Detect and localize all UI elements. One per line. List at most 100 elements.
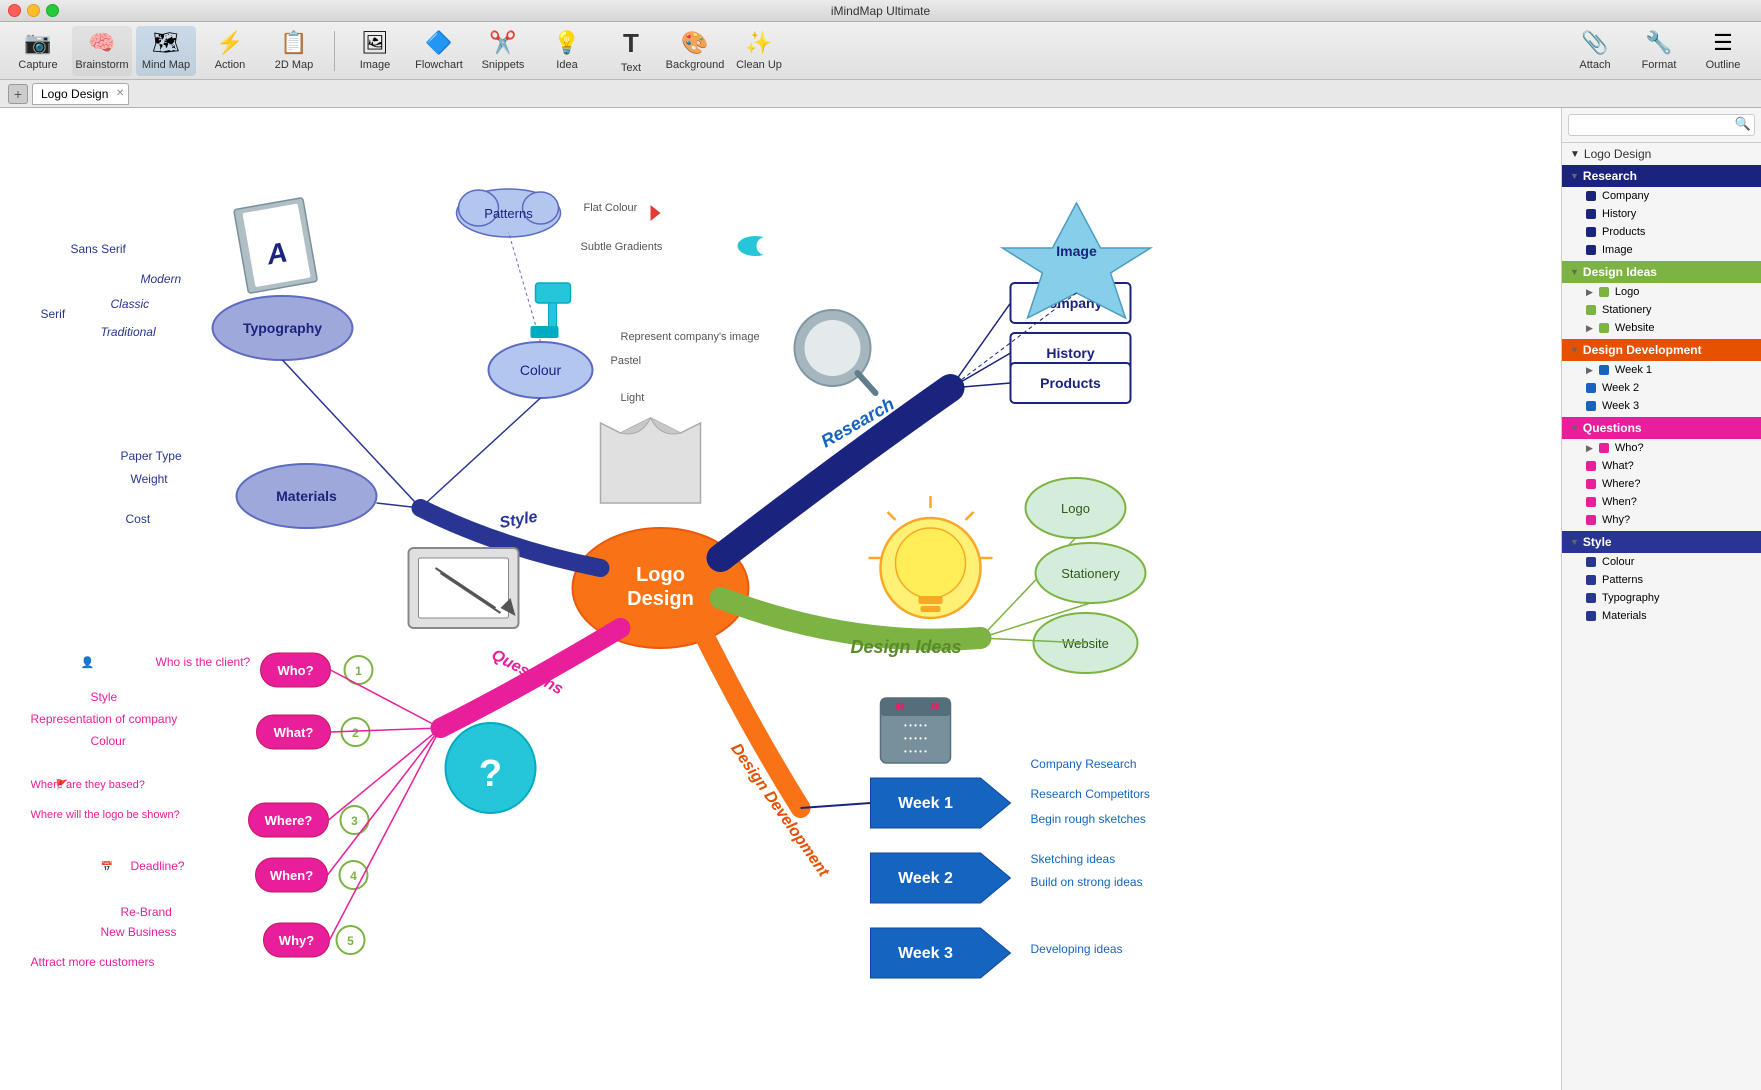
svg-text:Who is the client?: Who is the client? [156,655,251,669]
svg-text:Design: Design [627,588,694,610]
toolbar-outline[interactable]: ☰ Outline [1693,26,1753,76]
2dmap-icon: 📋 [280,30,307,56]
style-colour-item[interactable]: Colour [1562,553,1761,571]
svg-text:Where are they based?: Where are they based? [31,779,145,791]
panel-section-design-ideas: ▼ Design Ideas ▶ Logo Stationery ▶ Websi… [1562,261,1761,337]
logo-expand: ▶ [1586,287,1593,298]
questions-label: Questions [1583,421,1642,435]
design-dev-week1-item[interactable]: ▶ Week 1 [1562,361,1761,379]
why-dot [1586,515,1596,525]
toolbar-attach[interactable]: 📎 Attach [1565,26,1625,76]
materials-label: Materials [1602,610,1647,622]
tab-close-icon[interactable]: ✕ [116,88,124,99]
svg-text:Weight: Weight [131,472,169,486]
toolbar-format[interactable]: 🔧 Format [1629,26,1689,76]
toolbar-image[interactable]: 🖼 Image [345,26,405,76]
svg-text:1: 1 [355,664,362,678]
svg-text:🚩: 🚩 [56,778,68,791]
toolbar-capture[interactable]: 📷 Capture [8,26,68,76]
products-dot [1586,227,1596,237]
questions-when-item[interactable]: When? [1562,493,1761,511]
style-header[interactable]: ▼ Style [1562,531,1761,553]
mind-map-canvas[interactable]: Logo Design Research Company History Pro… [0,108,1561,1090]
di-logo-label: Logo [1615,286,1639,298]
outline-label: Outline [1706,59,1741,71]
snippets-icon: ✂️ [489,30,516,56]
toolbar-brainstorm[interactable]: 🧠 Brainstorm [72,26,132,76]
add-tab-button[interactable]: + [8,84,28,104]
svg-text:Flat Colour: Flat Colour [584,202,638,214]
design-ideas-header[interactable]: ▼ Design Ideas [1562,261,1761,283]
toolbar-2dmap[interactable]: 📋 2D Map [264,26,324,76]
svg-text:Materials: Materials [276,488,337,504]
toolbar-flowchart[interactable]: 🔷 Flowchart [409,26,469,76]
svg-text:Light: Light [621,392,645,404]
toolbar-action[interactable]: ⚡ Action [200,26,260,76]
when-label: When? [1602,496,1637,508]
image-dot [1586,245,1596,255]
research-label: Research [1583,169,1637,183]
right-panel: 🔍 ▼ Logo Design ▼ Research Company Histo… [1561,108,1761,1090]
questions-where-item[interactable]: Where? [1562,475,1761,493]
why-label: Why? [1602,514,1630,526]
svg-text:Stationery: Stationery [1061,566,1120,581]
2dmap-label: 2D Map [275,59,314,71]
svg-text:?: ? [479,753,502,795]
svg-text:Represent company's image: Represent company's image [621,331,760,343]
research-image-item[interactable]: Image [1562,241,1761,259]
toolbar-mindmap[interactable]: 🗺 Mind Map [136,26,196,76]
app-title: iMindMap Ultimate [831,4,930,18]
minimize-button[interactable] [27,4,40,17]
search-input[interactable] [1568,114,1755,136]
titlebar: iMindMap Ultimate [0,0,1761,22]
toolbar-text[interactable]: T Text [601,26,661,76]
style-materials-item[interactable]: Materials [1562,607,1761,625]
design-ideas-stationery-item[interactable]: Stationery [1562,301,1761,319]
company-label: Company [1602,190,1649,202]
svg-text:Classic: Classic [111,297,150,311]
flowchart-icon: 🔷 [425,30,452,56]
design-dev-week3-item[interactable]: Week 3 [1562,397,1761,415]
svg-text:Where will the logo be shown?: Where will the logo be shown? [31,809,180,821]
logo-design-tab[interactable]: Logo Design ✕ [32,83,129,105]
maximize-button[interactable] [46,4,59,17]
research-products-item[interactable]: Products [1562,223,1761,241]
brainstorm-icon: 🧠 [88,30,115,56]
questions-what-item[interactable]: What? [1562,457,1761,475]
toolbar-idea[interactable]: 💡 Idea [537,26,597,76]
research-history-item[interactable]: History [1562,205,1761,223]
design-ideas-logo-item[interactable]: ▶ Logo [1562,283,1761,301]
questions-header[interactable]: ▼ Questions [1562,417,1761,439]
svg-text:Attract more customers: Attract more customers [31,955,155,969]
research-company-item[interactable]: Company [1562,187,1761,205]
style-typography-item[interactable]: Typography [1562,589,1761,607]
svg-text:History: History [1046,345,1094,361]
svg-text:📅: 📅 [101,860,113,873]
toolbar-snippets[interactable]: ✂️ Snippets [473,26,533,76]
questions-why-item[interactable]: Why? [1562,511,1761,529]
research-header[interactable]: ▼ Research [1562,165,1761,187]
action-icon: ⚡ [216,30,243,56]
toolbar-background[interactable]: 🎨 Background [665,26,725,76]
close-button[interactable] [8,4,21,17]
design-dev-week2-item[interactable]: Week 2 [1562,379,1761,397]
svg-text:▮▮: ▮▮ [931,701,940,710]
cleanup-label: Clean Up [736,59,782,71]
questions-who-item[interactable]: ▶ Who? [1562,439,1761,457]
typography-label: Typography [1602,592,1659,604]
image-icon: 🖼 [361,30,389,56]
research-expand-icon: ▼ [1570,171,1579,181]
style-patterns-item[interactable]: Patterns [1562,571,1761,589]
design-ideas-website-item[interactable]: ▶ Website [1562,319,1761,337]
toolbar-separator-1 [334,31,335,71]
week1-dot [1599,365,1609,375]
toolbar-cleanup[interactable]: ✨ Clean Up [729,26,789,76]
svg-text:Logo: Logo [1061,501,1090,516]
design-development-header[interactable]: ▼ Design Development [1562,339,1761,361]
background-icon: 🎨 [681,30,708,56]
what-label: What? [1602,460,1634,472]
panel-expand-icon: ▼ [1570,149,1580,160]
mindmap-label: Mind Map [142,59,190,71]
week3-dot [1586,401,1596,411]
main-area: Logo Design Research Company History Pro… [0,108,1761,1090]
